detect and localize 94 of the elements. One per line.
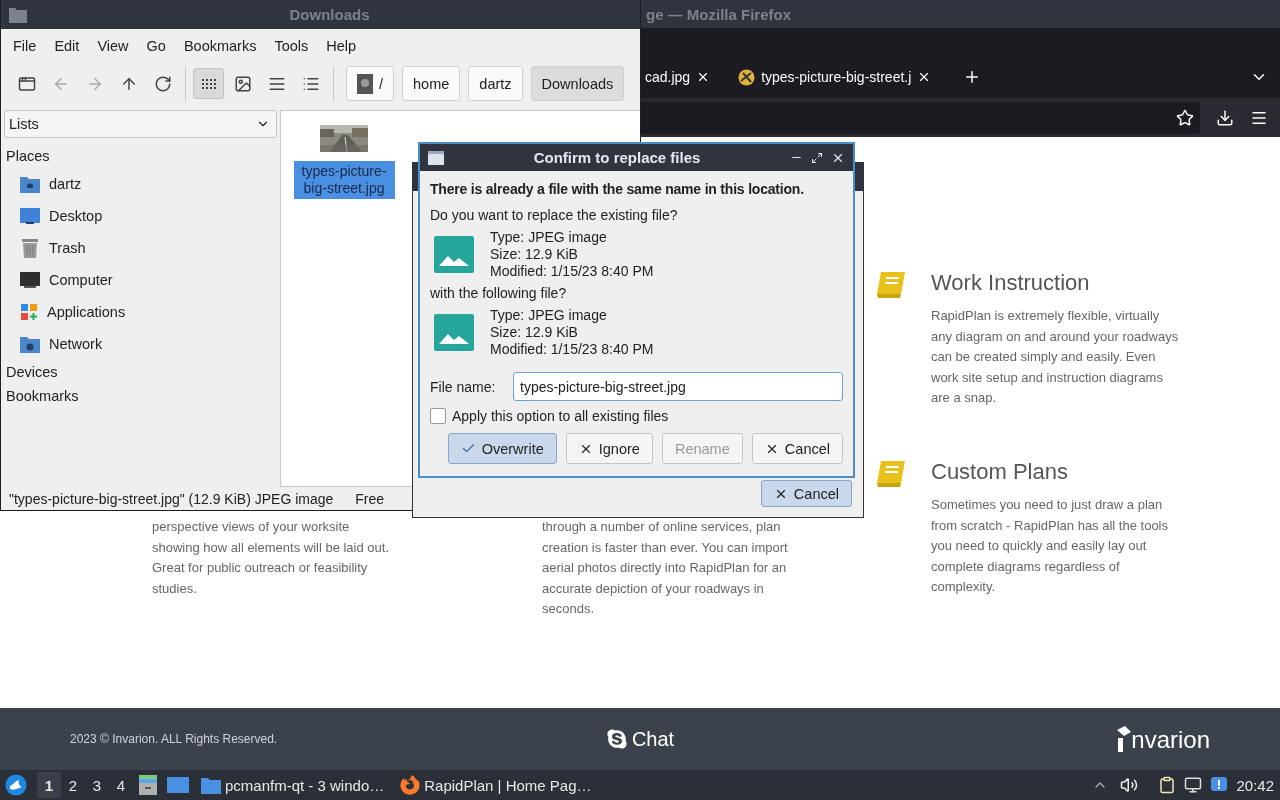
sidebar-item[interactable]: Applications (4, 296, 277, 328)
dialog-button[interactable]: Overwrite (447, 433, 557, 464)
feature-title: Work Instruction (931, 270, 1091, 296)
browser-icon (400, 775, 421, 795)
home-folder-icon (20, 175, 40, 193)
desktop-icon (20, 207, 40, 225)
clipboard-icon[interactable] (1158, 776, 1177, 794)
path-button[interactable]: home (402, 66, 461, 101)
window-title: Downloads (288, 6, 371, 23)
sidebar-section-header[interactable]: Bookmarks (4, 384, 277, 408)
image-file-icon (434, 236, 474, 273)
sidebar-section-header[interactable]: Devices (4, 360, 277, 384)
thumbnail-view-icon (233, 74, 252, 93)
file-info-text: Size: 12.9 KiB (490, 324, 579, 341)
field-label: File name: (430, 378, 497, 395)
clock[interactable]: 20:42 (1236, 776, 1274, 794)
desktop-icon[interactable] (167, 775, 189, 795)
menu-item[interactable]: View (88, 33, 138, 58)
file-cabinet-icon[interactable] (137, 774, 159, 796)
file-info-text: Modified: 1/15/23 8:40 PM (490, 341, 654, 358)
feature-text: through a number of online services, plan creation is faster than ever. You can import aerial photos directly into RapidPlan for an accurate depiction of your roadways in seconds. (542, 517, 789, 619)
sidebar-item[interactable]: Network (4, 328, 277, 360)
start-menu-icon[interactable] (5, 774, 27, 796)
menu-item[interactable]: Edit (45, 33, 89, 58)
file-info-text: Type: JPEG image (490, 307, 608, 324)
monitor-icon[interactable] (1184, 776, 1203, 794)
chat-link[interactable]: Chat (605, 727, 675, 751)
path-button[interactable]: / (346, 66, 395, 101)
side-pane-dropdown[interactable]: Lists (4, 110, 277, 138)
sidebar-section-header[interactable]: Places (4, 144, 277, 168)
reload-icon (153, 74, 172, 93)
maximize-icon[interactable] (811, 151, 823, 164)
new-window-icon (17, 74, 36, 93)
menu-item[interactable]: Tools (265, 33, 318, 58)
status-text: "types-picture-big-street.jpg" (12.9 KiB) JPEG image (9, 490, 334, 507)
dialog-text: Do you want to replace the existing file? (430, 207, 679, 224)
dialog-heading: There is already a file with the same name in this location. (430, 181, 805, 197)
apply-all-checkbox[interactable] (430, 408, 446, 424)
logo-mark-icon (1115, 726, 1132, 752)
folder-icon (201, 776, 221, 794)
logo-text: nvarion (1131, 728, 1210, 752)
workspace-button[interactable]: 3 (85, 772, 109, 798)
feature-text: Sometimes you need to just draw a plan from scratch - RapidPlan has all the tools you need to quickly and easily lay out complete diagrams regardless of complexity. (931, 495, 1169, 597)
view-mode-button[interactable] (193, 68, 224, 99)
workspace-button[interactable]: 1 (37, 772, 61, 798)
workspace-button[interactable]: 4 (109, 772, 133, 798)
dialog-title: Confirm to replace files (532, 149, 702, 166)
notification-icon[interactable] (1210, 776, 1229, 794)
file-info-text: Size: 12.9 KiB (490, 246, 579, 263)
feature-text: perspective views of your worksite showing how all elements will be laid out. Great for public outreach or feasibility studies. (152, 517, 390, 598)
feature-title: Custom Plans (931, 458, 1069, 485)
path-button[interactable]: dartz (468, 66, 523, 101)
dialog-button[interactable]: Ignore (565, 433, 653, 464)
download-icon[interactable] (1216, 108, 1234, 127)
file-name[interactable]: types-picture-big-street.jpg (293, 161, 395, 199)
browser-tab[interactable]: types-picture-big-street.j (728, 61, 942, 93)
taskbar-button[interactable]: RapidPlan | Home Pag… (394, 771, 598, 799)
window-icon (428, 150, 444, 165)
checkbox-label[interactable]: Apply this option to all existing files (452, 408, 669, 424)
menu-item[interactable]: Bookmarks (174, 33, 266, 58)
monitor-icon (20, 271, 40, 289)
status-text: Free (355, 490, 385, 507)
image-file-icon (434, 314, 474, 351)
menu-item[interactable]: File (4, 33, 46, 58)
skype-icon (605, 728, 628, 750)
sidebar-item[interactable]: Trash (4, 232, 277, 264)
file-info-text: Type: JPEG image (490, 229, 608, 246)
cancel-button[interactable]: Cancel (760, 480, 852, 507)
window-title: ge — Mozilla Firefox (646, 5, 793, 23)
path-button[interactable]: Downloads (530, 66, 625, 101)
dialog-button[interactable]: Cancel (751, 433, 843, 464)
sidebar-item[interactable]: dartz (4, 168, 277, 200)
file-info-text: Modified: 1/15/23 8:40 PM (490, 263, 654, 280)
taskbar-button[interactable]: pcmanfm-qt - 3 windo… (195, 771, 391, 799)
network-folder-icon (20, 335, 40, 353)
copyright-text: 2023 © Invarion. ALL Rights Reserved. (70, 732, 279, 746)
applications-icon (20, 303, 38, 321)
menu-item[interactable]: Help (317, 33, 366, 58)
folder-icon (9, 6, 27, 23)
tab-label: types-picture-big-street.j (761, 69, 912, 85)
workspace-button[interactable]: 2 (61, 772, 85, 798)
sidebar-item[interactable]: Desktop (4, 200, 277, 232)
volume-icon[interactable] (1120, 776, 1139, 794)
icon-grid-icon (200, 77, 217, 90)
menu-item[interactable]: Go (137, 33, 175, 58)
feature-text: RapidPlan is extremely flexible, virtually any diagram on and around your roadways can be created simply and easily. Even work site setup and instruction diagrams are a snap. (931, 307, 1180, 408)
bookmark-star-icon[interactable] (1176, 108, 1194, 127)
trash-icon (20, 238, 40, 258)
tab-label: cad.jpg (645, 69, 691, 85)
dialog-text: with the following file? (430, 285, 568, 302)
sidebar-item[interactable]: Computer (4, 264, 277, 296)
browser-tab[interactable]: cad.jpg (641, 61, 721, 93)
file-name-field[interactable]: types-picture-big-street.jpg (513, 372, 843, 401)
drive-icon (357, 73, 373, 94)
